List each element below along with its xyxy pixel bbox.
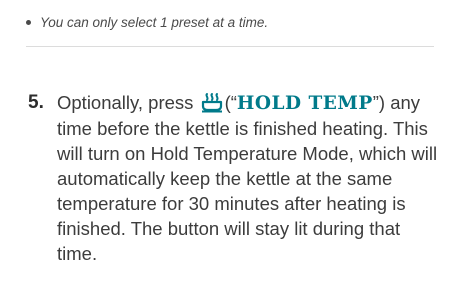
hold-temp-label: HOLD TEMP	[236, 93, 373, 114]
preset-note: You can only select 1 preset at a time.	[26, 14, 446, 32]
preset-note-text: You can only select 1 preset at a time.	[40, 15, 269, 30]
bullet-dot	[26, 19, 31, 25]
step-text: Optionally, press (“HOLD TEMP”) any time…	[57, 90, 445, 266]
section-divider	[26, 46, 434, 47]
close-quote-paren: ”)	[372, 92, 386, 113]
step-text-body: any time before the kettle is finished h…	[57, 92, 438, 264]
hold-temp-icon	[201, 91, 223, 113]
manual-page: You can only select 1 preset at a time. …	[0, 0, 452, 288]
step-text-intro: Optionally, press	[57, 92, 194, 113]
step-number: 5.	[28, 92, 44, 113]
open-paren-quote: (“	[224, 92, 237, 113]
